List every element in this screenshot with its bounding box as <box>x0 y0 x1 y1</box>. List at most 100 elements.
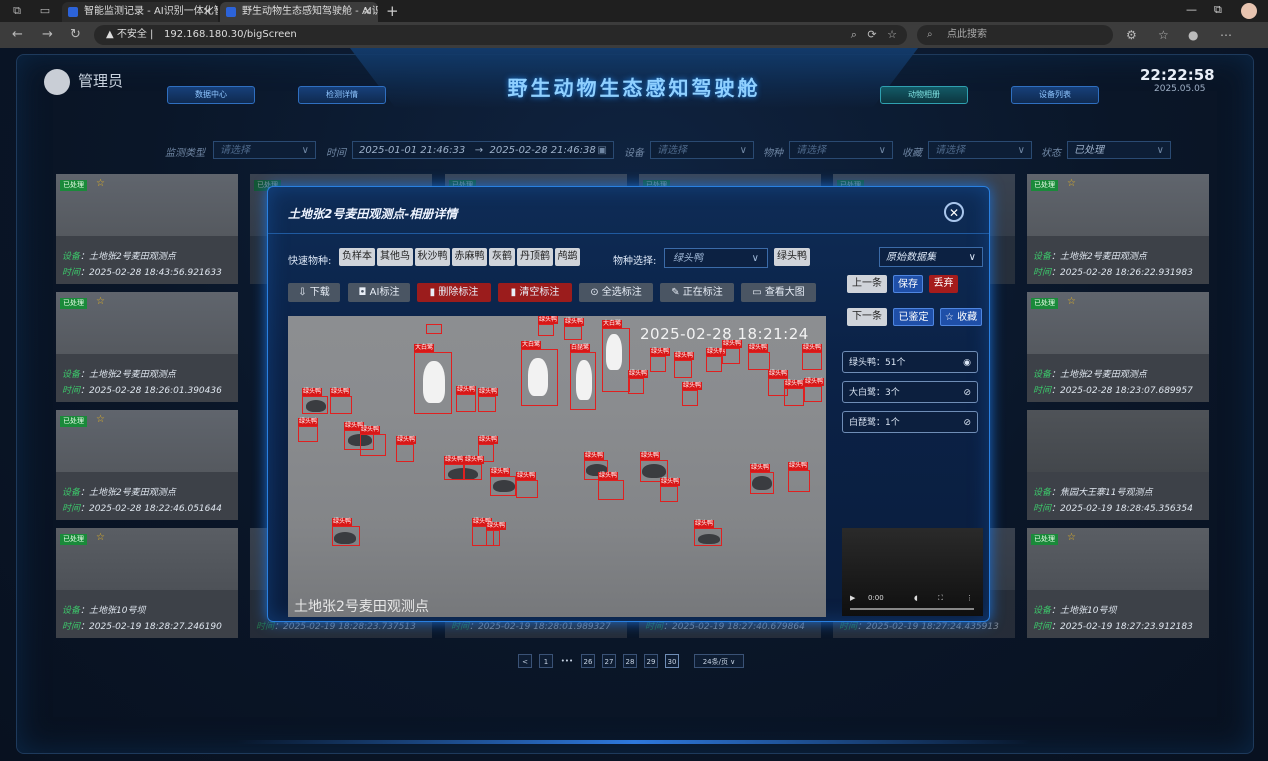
bbox-mallard[interactable]: 绿头鸭 <box>490 468 516 496</box>
bbox-mallard[interactable]: 绿头鸭 <box>598 472 624 500</box>
browser-tab-2[interactable]: 野生动物生态感知驾驶舱 - AI识别 ✕ <box>220 2 378 22</box>
bbox-mallard[interactable]: 绿头鸭 <box>660 478 681 502</box>
bbox-mallard[interactable]: 绿头鸭 <box>650 348 671 372</box>
more-options-icon[interactable]: ⋮ <box>966 594 973 602</box>
tab-actions-icon[interactable]: ▭ <box>38 4 52 18</box>
bbox-mallard[interactable]: 绿头鸭 <box>538 316 559 336</box>
star-icon[interactable]: ☆ <box>96 532 105 543</box>
filter-favorite-select[interactable]: 请选择 ∨ <box>928 141 1032 159</box>
page-button[interactable]: 26 <box>581 654 595 668</box>
bbox-mallard[interactable]: 绿头鸭 <box>694 520 722 546</box>
album-card[interactable]: 已处理 ☆ 设备：土地张2号麦田观测点 时间：2025-02-28 18:22:… <box>56 410 238 520</box>
bbox-mallard[interactable]: 绿头鸭 <box>332 518 360 546</box>
address-bar[interactable]: ▲ 不安全 | 192.168.180.30/bigScreen ⌕ ⟳ ☆ <box>94 25 907 45</box>
video-progress-bar[interactable] <box>850 608 974 610</box>
bbox-mallard[interactable]: 绿头鸭 <box>628 370 649 394</box>
filter-status-select[interactable]: 已处理 ∨ <box>1067 141 1171 159</box>
not-secure-indicator[interactable]: ▲ 不安全 | <box>106 25 153 45</box>
bbox-mallard[interactable]: 绿头鸭 <box>298 418 319 442</box>
close-tab-icon[interactable]: ✕ <box>363 2 372 22</box>
favorites-icon[interactable]: ☆ <box>1158 28 1169 42</box>
bbox-mallard[interactable]: 绿头鸭 <box>750 464 774 494</box>
quick-species-other-bird[interactable]: 其他鸟 <box>377 248 413 266</box>
next-record-button[interactable]: 下一条 <box>847 308 887 326</box>
back-icon[interactable]: ← <box>12 27 23 42</box>
bbox-mallard[interactable]: 绿头鸭 <box>456 386 477 412</box>
page-button[interactable]: 27 <box>602 654 616 668</box>
favorite-button[interactable]: ☆ 收藏 <box>940 308 982 326</box>
bbox-mallard[interactable]: 绿头鸭 <box>444 456 465 480</box>
quick-species-ruddy-shelduck[interactable]: 赤麻鸭 <box>452 248 487 266</box>
bbox-mallard[interactable]: 绿头鸭 <box>802 344 823 370</box>
quick-species-cormorant[interactable]: 鸬鹚 <box>555 248 580 266</box>
video-player[interactable]: ▶ 0:00 ◖ ⛶ ⋮ <box>842 528 983 616</box>
filter-species-select[interactable]: 请选择 ∨ <box>789 141 893 159</box>
quick-species-negative[interactable]: 负样本 <box>339 248 375 266</box>
nav-detection-detail[interactable]: 检测详情 <box>298 86 386 104</box>
reload-icon[interactable]: ↻ <box>70 27 81 42</box>
workspaces-icon[interactable]: ⧉ <box>10 4 24 18</box>
annotated-photo[interactable]: 2025-02-28 18:21:24 土地张2号麦田观测点 大白鹭 大白鹭 白… <box>288 316 826 617</box>
bbox-mallard[interactable]: 绿头鸭 <box>330 388 352 414</box>
species-count-item[interactable]: 大白鹭：3个 ⊘ <box>842 381 978 403</box>
page-ellipsis[interactable]: ••• <box>560 654 574 668</box>
save-button[interactable]: 保存 <box>893 275 923 293</box>
page-prev-button[interactable]: < <box>518 654 532 668</box>
bbox-mallard[interactable]: 绿头鸭 <box>682 382 703 406</box>
close-tab-icon[interactable]: ✕ <box>203 2 212 22</box>
fullscreen-icon[interactable]: ⛶ <box>938 594 943 603</box>
bbox-spoonbill[interactable]: 白琵鹭 <box>570 344 596 410</box>
star-icon[interactable]: ☆ <box>96 414 105 425</box>
page-button[interactable]: 29 <box>644 654 658 668</box>
album-card[interactable]: 已处理 ☆ 设备：土地张2号麦田观测点 时间：2025-02-28 18:26:… <box>56 292 238 402</box>
bbox-mallard[interactable]: 绿头鸭 <box>722 340 743 364</box>
bbox-mallard[interactable]: 绿头鸭 <box>464 456 485 480</box>
star-icon[interactable]: ☆ <box>96 296 105 307</box>
species-count-item[interactable]: 绿头鸭：51个 ◉ <box>842 351 978 373</box>
filter-time-range[interactable]: 2025-01-01 21:46:33 → 2025-02-28 21:46:3… <box>352 141 614 159</box>
species-select[interactable]: 绿头鸭 ∨ <box>664 248 768 268</box>
address-bar-actions[interactable]: ⌕ ⟳ ☆ <box>851 25 897 45</box>
album-card[interactable]: 已处理 ☆ 设备：土地张10号坝 时间：2025-02-19 18:28:27.… <box>56 528 238 638</box>
bbox-mallard[interactable]: 绿头鸭 <box>564 318 585 340</box>
bbox-mallard[interactable]: 绿头鸭 <box>784 380 805 406</box>
browser-search-box[interactable]: ⌕ 点此搜索 <box>917 25 1113 45</box>
page-button[interactable]: 1 <box>539 654 553 668</box>
clear-annotation-button[interactable]: ▮ 清空标注 <box>498 283 572 302</box>
bbox-mallard[interactable]: 绿头鸭 <box>302 388 328 414</box>
discard-button[interactable]: 丢弃 <box>929 275 958 293</box>
nav-data-center[interactable]: 数据中心 <box>167 86 255 104</box>
star-icon[interactable]: ☆ <box>1067 296 1076 307</box>
album-card[interactable]: 已处理 ☆ 设备：土地张2号麦田观测点 时间：2025-02-28 18:23:… <box>1027 292 1209 402</box>
album-card[interactable]: 已处理 ☆ 设备：土地张2号麦田观测点 时间：2025-02-28 18:43:… <box>56 174 238 284</box>
page-button[interactable]: 28 <box>623 654 637 668</box>
bbox-mallard[interactable]: 绿头鸭 <box>804 378 825 402</box>
extensions-icon[interactable]: ⚙ <box>1126 28 1137 42</box>
star-icon[interactable]: ☆ <box>96 178 105 189</box>
ai-annotate-button[interactable]: ◘ AI标注 <box>348 283 410 302</box>
album-card[interactable]: 已处理 ☆ 设备：土地张2号麦田观测点 时间：2025-02-28 18:26:… <box>1027 174 1209 284</box>
bbox-mallard[interactable]: 绿头鸭 <box>486 522 507 546</box>
star-icon[interactable]: ☆ <box>1067 178 1076 189</box>
bbox-egret[interactable]: 大白鹭 <box>414 344 452 414</box>
new-tab-icon[interactable]: + <box>386 2 399 20</box>
quick-species-red-crowned-crane[interactable]: 丹顶鹤 <box>517 248 553 266</box>
page-button-current[interactable]: 30 <box>665 654 679 668</box>
bbox-mallard[interactable]: 绿头鸭 <box>396 436 417 462</box>
select-all-annotation-button[interactable]: ⊙ 全选标注 <box>579 283 653 302</box>
account-icon[interactable]: ● <box>1188 28 1198 42</box>
star-icon[interactable]: ☆ <box>1067 532 1076 543</box>
bbox-mallard[interactable] <box>426 324 442 334</box>
bbox-mallard[interactable]: 绿头鸭 <box>748 344 770 370</box>
quick-species-merganser[interactable]: 秋沙鸭 <box>415 248 450 266</box>
minimize-icon[interactable]: — <box>1186 3 1197 16</box>
bbox-mallard[interactable]: 绿头鸭 <box>674 352 695 378</box>
restore-icon[interactable]: ⧉ <box>1214 3 1222 17</box>
bbox-mallard[interactable]: 绿头鸭 <box>478 388 499 412</box>
browser-tab-1[interactable]: 智能监测记录 - AI识别一体化智能 ✕ <box>62 2 218 22</box>
more-icon[interactable]: ⋯ <box>1220 28 1232 42</box>
album-card[interactable]: 设备：焦园大王寨11号观测点 时间：2025-02-19 18:28:45.35… <box>1027 410 1209 520</box>
nav-animal-album[interactable]: 动物相册 <box>880 86 968 104</box>
bbox-egret[interactable]: 大白鹭 <box>602 320 630 392</box>
delete-annotation-button[interactable]: ▮ 删除标注 <box>417 283 491 302</box>
